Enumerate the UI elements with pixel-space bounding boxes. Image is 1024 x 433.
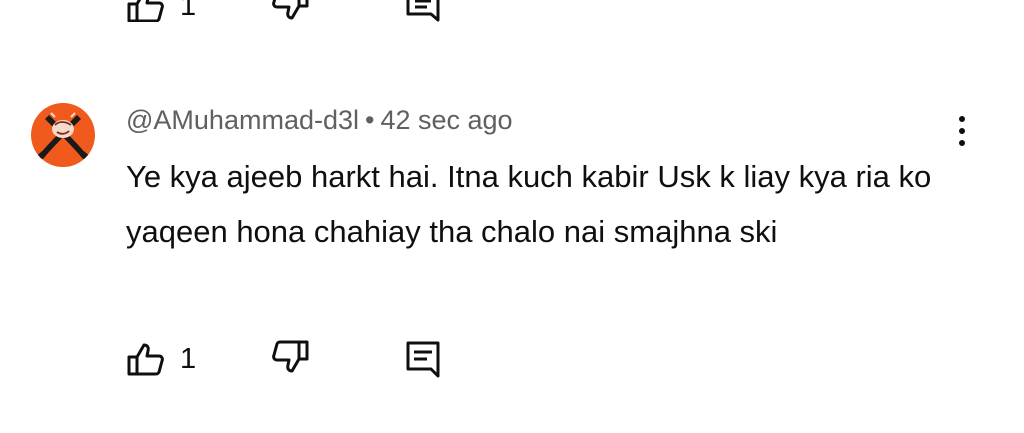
author-handle[interactable]: @AMuhammad-d3l <box>126 105 359 135</box>
thumbs-down-icon <box>272 340 309 373</box>
more-vertical-icon <box>950 116 974 146</box>
like-button[interactable]: 1 <box>126 342 196 376</box>
thumbs-up-icon <box>127 343 164 376</box>
thumbs-up-icon <box>127 0 164 22</box>
reply-button[interactable] <box>405 340 441 378</box>
comment-icon <box>406 0 440 22</box>
dislike-button[interactable] <box>270 340 310 376</box>
prev-like-count: 1 <box>180 0 197 22</box>
like-count: 1 <box>180 342 197 375</box>
meta-separator: • <box>365 105 375 135</box>
prev-dislike-button[interactable] <box>270 0 310 22</box>
prev-reply-button[interactable] <box>405 0 441 22</box>
comment-icon <box>406 341 440 378</box>
comment-header: @AMuhammad-d3l • 42 sec ago <box>126 105 513 136</box>
prev-like-button[interactable]: 1 <box>126 0 196 22</box>
crossed-swords-logo-icon <box>36 112 90 161</box>
comment-timestamp[interactable]: 42 sec ago <box>380 105 512 135</box>
thumbs-down-icon <box>272 0 309 20</box>
comment-text: Ye kya ajeeb harkt hai. Itna kuch kabir … <box>126 159 932 249</box>
avatar[interactable] <box>31 103 95 167</box>
